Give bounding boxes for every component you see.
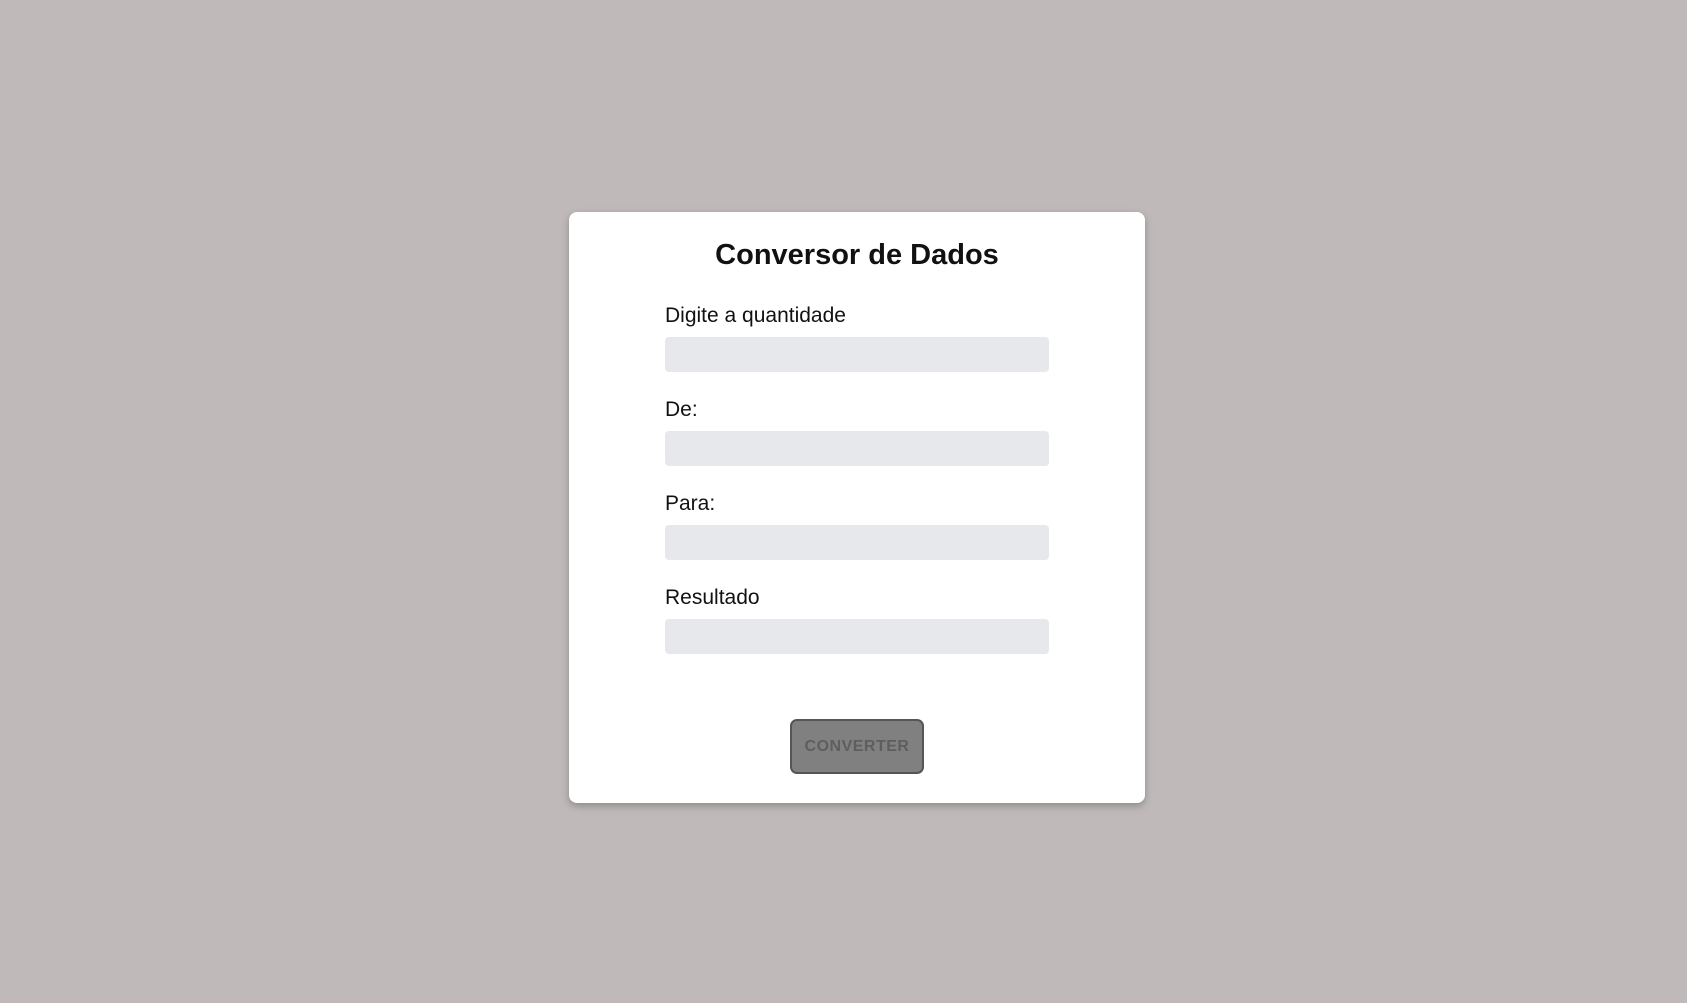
result-input[interactable]	[665, 619, 1049, 654]
from-label: De:	[665, 398, 698, 421]
to-label: Para:	[665, 492, 716, 515]
convert-button[interactable]: CONVERTER	[790, 719, 924, 774]
from-field-group: De:	[665, 398, 1049, 466]
converter-card: Conversor de Dados Digite a quantidade D…	[569, 212, 1145, 803]
to-field-group: Para:	[665, 492, 1049, 560]
quantity-input[interactable]	[665, 337, 1049, 372]
from-input[interactable]	[665, 431, 1049, 466]
result-label: Resultado	[665, 586, 760, 609]
page-title: Conversor de Dados	[715, 239, 999, 271]
result-field-group: Resultado	[665, 586, 1049, 654]
to-input[interactable]	[665, 525, 1049, 560]
quantity-field-group: Digite a quantidade	[665, 304, 1049, 372]
quantity-label: Digite a quantidade	[665, 304, 846, 327]
